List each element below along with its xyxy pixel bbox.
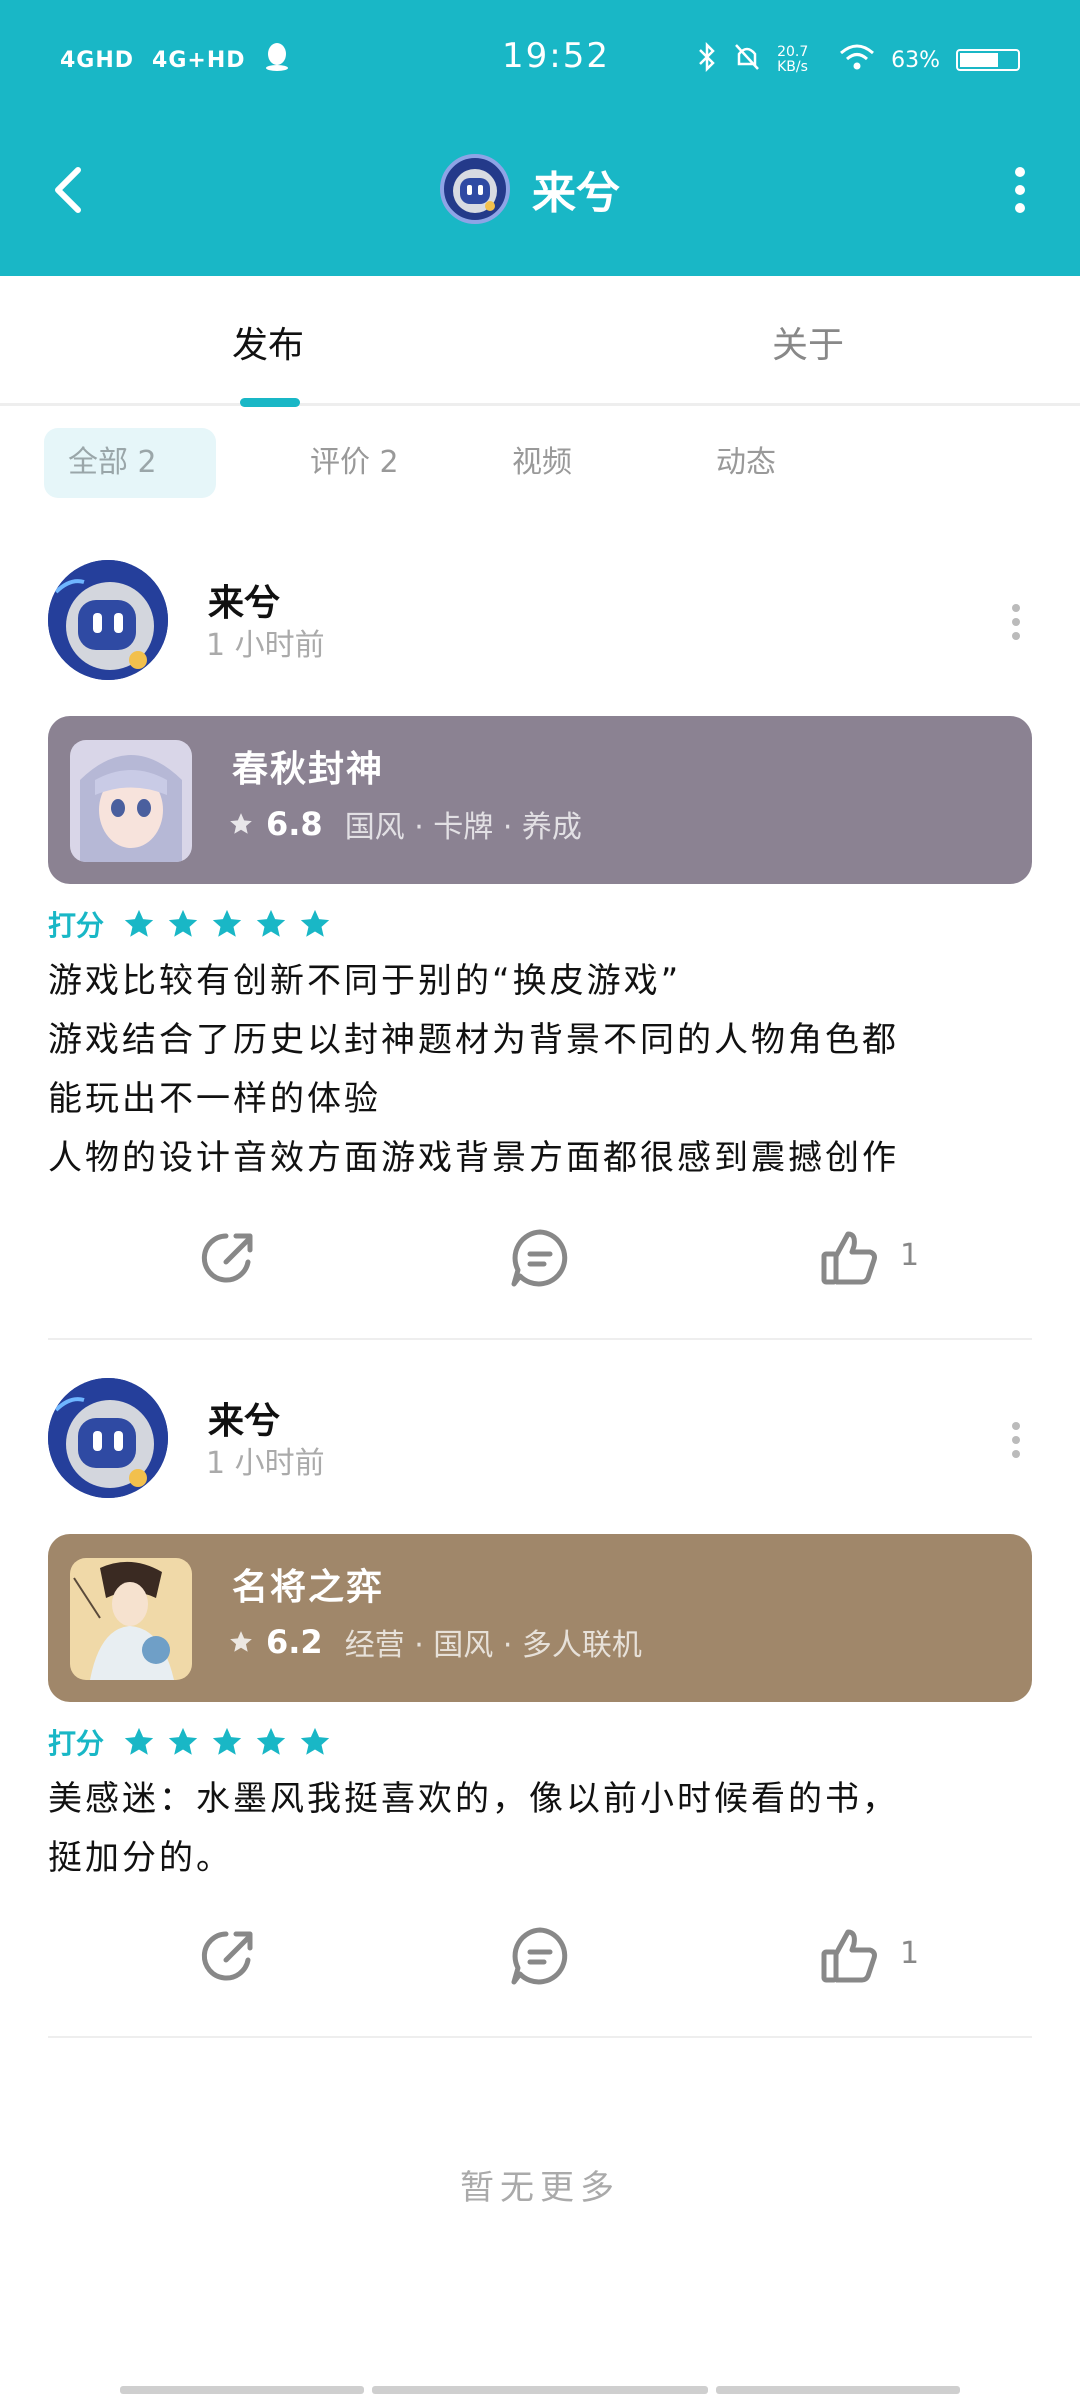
comment-button[interactable] [508, 1226, 572, 1290]
star-icon [212, 1727, 242, 1755]
star-icon [168, 909, 198, 937]
post-body[interactable]: 美感迷：水墨风我挺喜欢的，像以前小时候看的书， 挺加分的。 [48, 1770, 1032, 1888]
rating-row: 打分 [48, 904, 332, 944]
post-timestamp: 1 小时前 [206, 628, 325, 663]
star-icon [230, 813, 252, 834]
back-button[interactable] [40, 160, 100, 220]
filter-all[interactable]: 全部 2 [44, 428, 216, 498]
vertical-dots-icon [1015, 167, 1025, 213]
thumbs-up-icon [821, 1231, 877, 1285]
post-text-line: 美感迷：水墨风我挺喜欢的，像以前小时候看的书， [48, 1779, 899, 1819]
game-thumbnail [70, 1558, 192, 1680]
clock: 19:52 [502, 36, 610, 76]
review-post: 来兮 1 小时前 名将之弈 6.2 经营 · 国风 · 多人联机 打分 美感迷：… [48, 1378, 1032, 2042]
game-title: 春秋封神 [232, 749, 385, 790]
nav-bar: 来兮 [0, 140, 1080, 240]
profile-tabs: 发布 关于 [0, 276, 1080, 407]
game-title: 名将之弈 [232, 1567, 385, 1608]
network-indicator-1: 4GHD [60, 48, 135, 73]
battery-icon [956, 49, 1020, 71]
tab-publish[interactable]: 发布 [232, 316, 304, 368]
star-icon [230, 1631, 252, 1652]
star-icon [124, 909, 154, 937]
share-icon [201, 1931, 253, 1981]
post-divider [48, 2036, 1032, 2038]
post-text-line: 挺加分的。 [48, 1838, 233, 1878]
rating-label: 打分 [48, 909, 105, 942]
post-text-line: 人物的设计音效方面游戏背景方面都很感到震撼创作 [48, 1138, 899, 1178]
post-username: 来兮 [208, 583, 281, 624]
end-of-list-text: 暂无更多 [460, 2168, 620, 2208]
share-button[interactable] [196, 1226, 260, 1290]
more-menu-button[interactable] [990, 160, 1050, 220]
app-header: 4GHD 4G+HD 19:52 20.7 KB/s 63% 来兮 [0, 0, 1080, 276]
network-speed: 20.7 KB/s [777, 44, 809, 75]
profile-avatar[interactable] [440, 154, 510, 224]
share-icon [201, 1233, 253, 1283]
robot-avatar-icon [48, 560, 168, 680]
post-text-line: 游戏结合了历史以封神题材为背景不同的人物角色都 [48, 1020, 899, 1060]
post-text-line: 游戏比较有创新不同于别的“换皮游戏” [48, 961, 682, 1001]
game-tags: 经营 · 国风 · 多人联机 [344, 1628, 642, 1663]
star-icon [300, 909, 330, 937]
filter-chips: 全部 2 评价 2 视频 动态 [44, 428, 1044, 498]
robot-avatar-icon [48, 1378, 168, 1498]
star-icon [168, 1727, 198, 1755]
game-card[interactable]: 名将之弈 6.2 经营 · 国风 · 多人联机 [48, 1534, 1032, 1702]
ink-painting-character-icon [70, 1558, 192, 1680]
tab-about[interactable]: 关于 [772, 316, 844, 368]
qq-icon [264, 42, 290, 79]
wifi-icon [839, 43, 875, 77]
game-score: 6.2 [266, 1623, 323, 1661]
post-text-line: 能玩出不一样的体验 [48, 1079, 381, 1119]
post-actions: 1 [48, 1924, 1032, 2004]
vertical-dots-icon [1012, 1422, 1020, 1458]
post-more-button[interactable] [1006, 1420, 1026, 1460]
user-avatar[interactable] [48, 1378, 168, 1498]
filter-review[interactable]: 评价 2 [286, 428, 423, 498]
page-title: 来兮 [532, 168, 620, 219]
active-tab-indicator [240, 398, 300, 407]
robot-avatar-icon [453, 169, 497, 213]
game-card[interactable]: 春秋封神 6.8 国风 · 卡牌 · 养成 [48, 716, 1032, 884]
status-bar: 4GHD 4G+HD 19:52 20.7 KB/s 63% [60, 36, 1020, 84]
post-divider [48, 1338, 1032, 1340]
post-actions: 1 [48, 1226, 1032, 1306]
filter-moment[interactable]: 动态 [692, 428, 800, 498]
game-score: 6.8 [266, 805, 323, 843]
comment-icon [511, 1229, 568, 1287]
anime-character-icon [70, 740, 192, 862]
like-count: 1 [900, 1936, 920, 1971]
mute-icon [733, 42, 761, 78]
review-post: 来兮 1 小时前 春秋封神 6.8 国风 · 卡牌 · 养成 打分 游戏比较有创… [48, 560, 1032, 1340]
star-icon [124, 1727, 154, 1755]
bluetooth-icon [697, 41, 717, 78]
rating-row: 打分 [48, 1722, 332, 1762]
game-tags: 国风 · 卡牌 · 养成 [344, 810, 582, 845]
like-button[interactable] [818, 1226, 882, 1290]
rating-label: 打分 [48, 1727, 105, 1760]
post-body[interactable]: 游戏比较有创新不同于别的“换皮游戏” 游戏结合了历史以封神题材为背景不同的人物角… [48, 952, 1032, 1188]
battery-percent: 63% [891, 47, 940, 73]
back-arrow-icon [55, 167, 81, 213]
post-more-button[interactable] [1006, 602, 1026, 642]
like-count: 1 [900, 1238, 920, 1273]
vertical-dots-icon [1012, 604, 1020, 640]
filter-video[interactable]: 视频 [488, 428, 596, 498]
network-indicator-2: 4G+HD [152, 48, 246, 73]
user-avatar[interactable] [48, 560, 168, 680]
comment-button[interactable] [508, 1924, 572, 1988]
game-thumbnail [70, 740, 192, 862]
share-button[interactable] [196, 1924, 260, 1988]
star-icon [256, 1727, 286, 1755]
star-icon [256, 909, 286, 937]
comment-icon [511, 1927, 568, 1985]
star-icon [300, 1727, 330, 1755]
thumbs-up-icon [821, 1929, 877, 1983]
scroll-indicator [0, 2386, 1080, 2394]
post-username: 来兮 [208, 1401, 281, 1442]
star-icon [212, 909, 242, 937]
like-button[interactable] [818, 1924, 882, 1988]
post-timestamp: 1 小时前 [206, 1446, 325, 1481]
